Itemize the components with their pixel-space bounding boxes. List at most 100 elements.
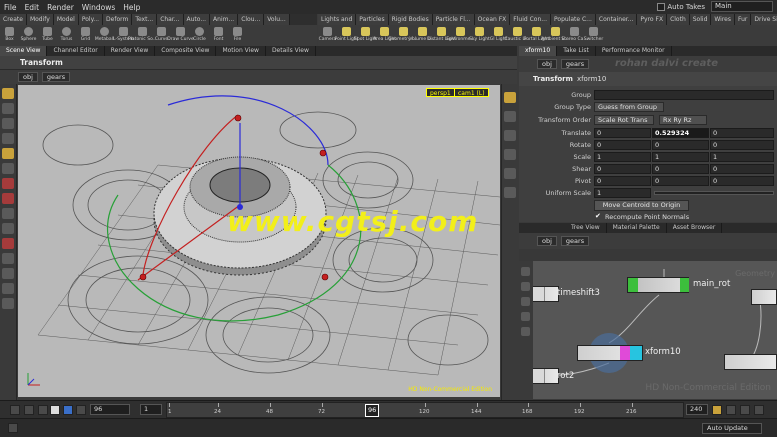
tool-box[interactable]: Box [0,25,19,46]
scale-y[interactable]: 1 [652,152,709,162]
tool-environment-light[interactable]: Environme... [446,25,475,46]
node-timeshift3[interactable] [529,286,559,302]
transform-order-menu[interactable]: Scale Rot Trans [594,115,654,125]
shelf-tab-deform[interactable]: Deform [103,14,133,25]
pose-tool-icon[interactable] [2,163,14,174]
shelf-tab-text[interactable]: Text... [132,14,158,25]
network-tool-icon[interactable] [521,327,530,336]
key-prev-icon[interactable] [726,405,736,415]
render-region-icon[interactable] [2,283,14,294]
tool-switcher[interactable]: Switcher [584,25,603,46]
tab-channel-editor[interactable]: Channel Editor [47,46,105,56]
rotate-x[interactable]: 0 [594,140,651,150]
move-centroid-button[interactable]: Move Centroid to Origin [594,200,689,211]
display-flag[interactable] [628,278,638,292]
group-type-menu[interactable]: Guess from Group [594,102,664,112]
menu-edit[interactable]: Edit [21,3,44,12]
tool-circle[interactable]: Circle [190,25,209,46]
shelf-tab-model[interactable]: Model [53,14,79,25]
tab-details-view[interactable]: Details View [266,46,316,56]
tool-camera[interactable]: Camera [318,25,337,46]
path-obj[interactable]: obj [537,236,557,246]
tool-caustic-light[interactable]: Caustic Li... [504,25,531,46]
tool-geometry-light[interactable]: Geometry L... [388,25,419,46]
tool-spot-light[interactable]: Spot Light [354,25,377,46]
stop-icon[interactable] [50,405,60,415]
current-frame-field[interactable]: 96 [90,404,130,415]
template-flag[interactable] [620,346,630,360]
handle-tool-icon[interactable] [2,148,14,159]
shelf-tab-modify[interactable]: Modify [26,14,54,25]
shear-x[interactable]: 0 [594,164,651,174]
shelf-tab-solid[interactable]: Solid [689,14,712,25]
play-reverse-icon[interactable] [38,405,48,415]
tab-material-palette[interactable]: Material Palette [607,223,667,233]
shelf-tab-cloth[interactable]: Cloth [667,14,690,25]
tab-xform10[interactable]: xform10 [519,46,558,56]
key-icon[interactable] [712,405,722,415]
menu-windows[interactable]: Windows [78,3,119,12]
tool-torus[interactable]: Torus [57,25,76,46]
rotate-order-menu[interactable]: Rx Ry Rz [659,115,707,125]
network-tool-icon[interactable] [521,267,530,276]
shelf-tab-wires[interactable]: Wires [711,14,735,25]
tab-take-list[interactable]: Take List [557,46,596,56]
start-frame-field[interactable]: 1 [140,404,162,415]
node-xform10[interactable] [577,345,643,361]
step-back-icon[interactable] [24,405,34,415]
translate-y[interactable]: 0.529324 [652,128,709,138]
shelf-tab-populate[interactable]: Populate C... [551,14,596,25]
shelf-tab-drive-sim[interactable]: Drive Sim... [751,14,777,25]
auto-update-menu[interactable]: Auto Update [702,423,762,434]
pivot-y[interactable]: 0 [652,176,709,186]
tool-ambient-light[interactable]: Ambient Li... [541,25,570,46]
path-obj[interactable]: obj [18,72,38,82]
lasso-icon[interactable] [2,253,14,264]
shelf-tab-auto[interactable]: Auto... [183,14,211,25]
persp-camera-menu[interactable]: persp1 [426,88,455,97]
node-rot2[interactable] [529,368,559,384]
network-editor[interactable]: Geometry timeshift3 main_rot xform10 rot… [519,261,777,399]
jump-start-icon[interactable] [10,405,20,415]
network-tool-icon[interactable] [521,297,530,306]
shelf-tab-poly[interactable]: Poly... [78,14,104,25]
pivot-x[interactable]: 0 [594,176,651,186]
network-tool-icon[interactable] [521,312,530,321]
select-tool-icon[interactable] [2,88,14,99]
rotate-z[interactable]: 0 [710,140,774,150]
tab-tree-view[interactable]: Tree View [565,223,607,233]
desktop-select[interactable]: Main [711,1,773,12]
auto-takes-checkbox[interactable] [657,2,666,11]
translate-x[interactable]: 0 [594,128,651,138]
tool-stereo-camera[interactable]: Stereo Ca... [561,25,588,46]
translate-z[interactable]: 0 [710,128,774,138]
node-main-rot[interactable] [627,277,689,293]
network-tool-icon[interactable] [521,282,530,291]
node-top-right[interactable] [751,289,777,305]
pivot-z[interactable]: 0 [710,176,774,186]
shear-y[interactable]: 0 [652,164,709,174]
play-icon[interactable] [63,405,73,415]
tool-area-light[interactable]: Area Light [373,25,396,46]
3d-viewport[interactable]: persp1 cam1 (L) www.cgtsj.com HD Non-Com… [18,85,500,397]
tool-sphere[interactable]: Sphere [19,25,38,46]
brush-tool-icon[interactable] [2,223,14,234]
shelf-tab-fur[interactable]: Fur [735,14,752,25]
tool-point-light[interactable]: Point Light [335,25,358,46]
tab-render-view[interactable]: Render View [105,46,156,56]
display-icon[interactable] [504,92,516,103]
node-right[interactable] [724,354,777,370]
end-frame-field[interactable]: 240 [686,404,708,415]
path-gears[interactable]: gears [41,72,71,82]
move-tool-icon[interactable] [2,103,14,114]
tool-draw-curve[interactable]: Draw Curve [167,25,194,46]
cam-menu[interactable]: cam1 (L) [454,88,489,97]
tool-volume-light[interactable]: Volume Li... [409,25,436,46]
tab-motion-view[interactable]: Motion View [216,46,266,56]
tool-gi-light[interactable]: GI Light [489,25,508,46]
bypass-flag[interactable] [630,346,642,360]
snap-icon[interactable] [2,178,14,189]
scale-z[interactable]: 1 [710,152,774,162]
shelf-tab-pyro-fx[interactable]: Pyro FX [637,14,668,25]
render-flag[interactable] [680,278,689,292]
